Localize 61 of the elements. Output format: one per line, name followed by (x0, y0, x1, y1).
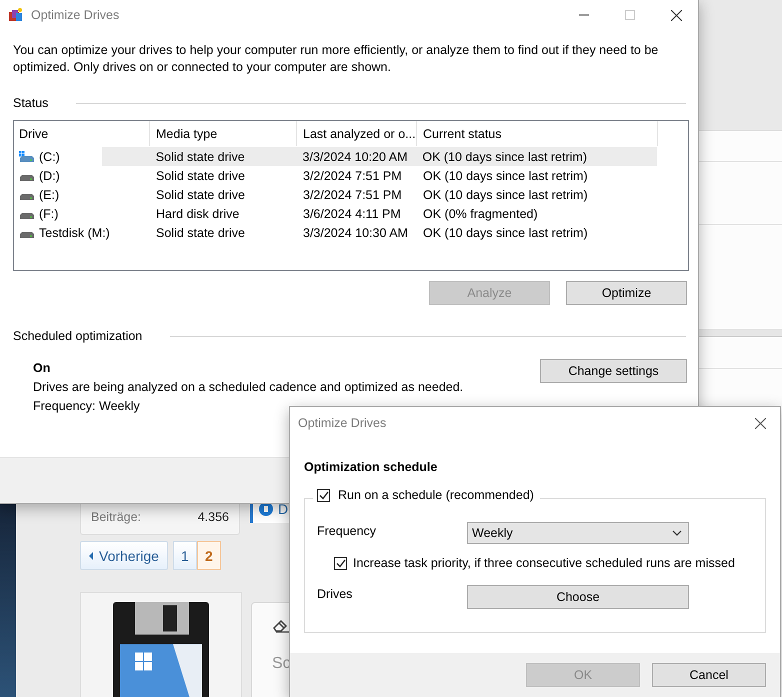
checkbox[interactable] (334, 556, 347, 570)
schedule-state: On (33, 361, 52, 375)
field-label: Frequency (317, 523, 378, 538)
table-cell-text: OK (10 days since last retrim) (422, 188, 589, 202)
action-button[interactable]: Optimize (566, 281, 687, 305)
table-cell-text: Solid state drive (155, 168, 246, 182)
dialog-heading: Optimization schedule (304, 460, 438, 474)
table-cell-text: Solid state drive (154, 150, 246, 164)
table-cell-text: 3/2/2024 7:51 PM (302, 188, 403, 202)
stat-label: Beiträge: (91, 510, 142, 524)
drive-row[interactable]: (D:) Solid state drive 3/2/2024 7:51 PM OK (10 days since last retrim) (14, 166, 688, 185)
eraser-icon (273, 619, 291, 633)
window-title: Optimize Drives (31, 8, 120, 22)
column-header[interactable]: Media type (150, 121, 297, 146)
button-label: D (278, 501, 288, 517)
table-cell-text: OK (10 days since last retrim) (422, 168, 589, 182)
drive-row[interactable]: (E:) Solid state drive 3/2/2024 7:51 PM OK (10 days since last retrim) (14, 185, 688, 204)
dialog-button[interactable]: Cancel (652, 663, 766, 687)
choose-button[interactable]: Choose (467, 585, 689, 609)
table-cell-text: 3/3/2024 10:20 AM (302, 150, 408, 164)
drive-name: (C:) (39, 150, 60, 164)
intro-text: You can optimize your drives to help your computer run more efficiently, or analyze them to find out if they need to be optimized. Only drives on or connected to your computer are shown. (13, 42, 660, 76)
table-cell-text: Hard disk drive (155, 206, 240, 220)
close-icon[interactable] (755, 418, 766, 428)
dialog-title: Optimize Drives (298, 416, 386, 430)
column-header[interactable]: Last analyzed or o... (297, 121, 417, 146)
checkbox[interactable] (317, 488, 330, 502)
table-cell-text: OK (10 days since last retrim) (421, 150, 588, 164)
previous-button[interactable]: Vorherige (80, 541, 168, 570)
app-icon (8, 7, 24, 23)
column-header[interactable]: Current status (417, 121, 658, 146)
page-number[interactable]: 1 (172, 541, 197, 570)
close-icon[interactable] (671, 10, 682, 20)
table-cell-text: 3/3/2024 10:30 AM (302, 226, 409, 240)
drive-name: (D:) (39, 168, 60, 182)
comment-text: Sc (272, 655, 291, 673)
drive-row[interactable]: (F:) Hard disk drive 3/6/2024 4:11 PM OK (0% fragmented) (14, 204, 688, 223)
drive-row[interactable]: Testdisk (M:) Solid state drive 3/3/2024 10:30 AM OK (10 days since last retrim) (14, 223, 688, 242)
caret-icon (89, 552, 94, 560)
drive-name: Testdisk (M:) (39, 226, 110, 240)
table-cell-text: 3/2/2024 7:51 PM (302, 168, 403, 182)
schedule-frequency: Frequency: Weekly (33, 399, 141, 413)
stat-value: 4.356 (198, 510, 229, 524)
section-heading: Scheduled optimization (13, 329, 142, 343)
schedule-description: Drives are being analyzed on a scheduled cadence and optimized as needed. (33, 380, 464, 394)
change-settings-button[interactable]: Change settings (540, 359, 687, 383)
table-cell-text: Solid state drive (155, 188, 246, 202)
page-number[interactable]: 2 (196, 541, 221, 570)
table-cell-text: 3/6/2024 4:11 PM (302, 206, 402, 220)
table-cell-text: Solid state drive (155, 226, 246, 240)
drive-name: (F:) (39, 206, 58, 220)
table-cell-text: OK (10 days since last retrim) (422, 226, 589, 240)
checkbox-label: Increase task priority, if three consecutive scheduled runs are missed (353, 556, 735, 570)
chevron-down-icon (672, 530, 682, 536)
table-cell-text: OK (0% fragmented) (422, 206, 539, 220)
checkbox-label: Run on a schedule (recommended) (338, 488, 534, 502)
section-heading: Status (13, 96, 48, 110)
frequency-dropdown[interactable]: Weekly (467, 522, 689, 544)
drive-name: (E:) (39, 188, 60, 202)
field-label: Drives (317, 586, 354, 601)
column-header[interactable]: Drive (14, 121, 150, 146)
